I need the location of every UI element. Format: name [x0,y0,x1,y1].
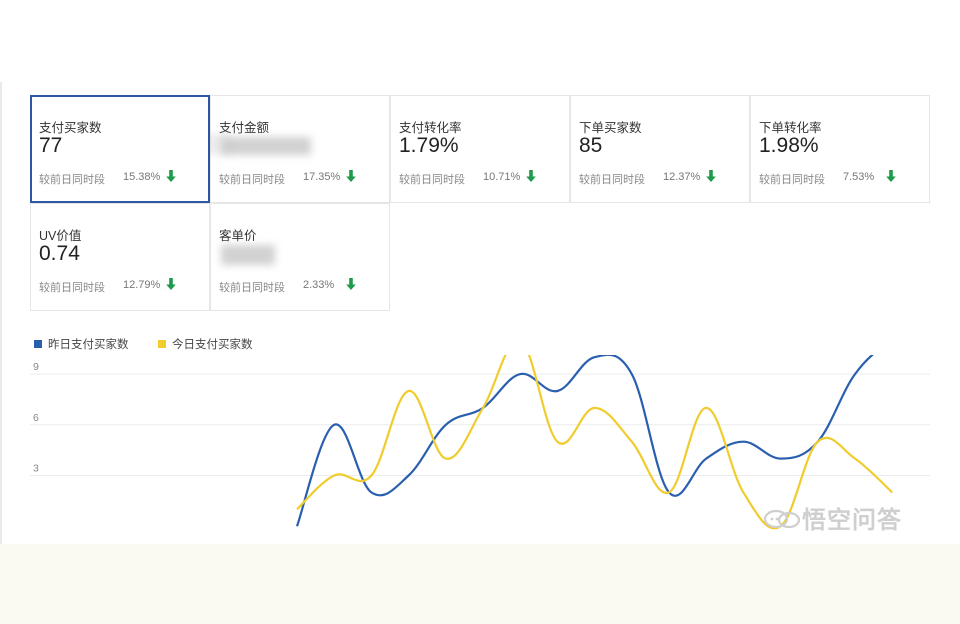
metric-card-uv-value[interactable]: UV价值 0.74 较前日同时段 12.79% [30,203,210,311]
metric-card-order-buyers[interactable]: 下单买家数 85 较前日同时段 12.37% [570,95,750,203]
legend-swatch-yesterday [34,340,42,348]
top-blank-area [0,0,960,82]
metric-compare-label: 较前日同时段 [219,282,285,294]
y-tick-label: 6 [33,412,39,424]
metric-change: 15.38% [123,171,161,183]
metric-card-payment-amount[interactable]: 支付金额 较前日同时段 17.35% [201,95,390,203]
metric-compare-label: 较前日同时段 [759,174,825,186]
chat-bubbles-icon [763,509,801,529]
metric-compare-label: 较前日同时段 [219,174,285,186]
legend-item-yesterday[interactable]: 昨日支付买家数 [34,336,129,352]
metric-change: 17.35% [303,171,341,183]
legend-swatch-today [158,340,166,348]
metric-value: 0.74 [39,242,80,265]
down-arrow-icon [346,278,356,290]
metric-change: 7.53% [843,171,875,183]
metric-card-paying-buyers[interactable]: 支付买家数 77 较前日同时段 15.38% [30,95,210,203]
analytics-screen: 支付买家数 77 较前日同时段 15.38% 支付金额 较前日同时段 17.35… [0,0,960,544]
metric-cards: 支付买家数 77 较前日同时段 15.38% 支付金额 较前日同时段 17.35… [30,95,930,311]
y-tick-label: 9 [33,361,39,373]
metric-card-avg-order-value[interactable]: 客单价 较前日同时段 2.33% [210,203,390,311]
metric-change: 12.79% [123,279,161,291]
watermark: 悟空问答 [762,500,902,534]
down-arrow-icon [886,170,896,182]
metric-compare-label: 较前日同时段 [39,174,105,186]
value-redaction-blur [221,245,275,265]
metric-value: 85 [579,134,603,157]
metric-value: 77 [39,134,63,157]
y-tick-label: 3 [33,463,39,475]
down-arrow-icon [526,170,536,182]
down-arrow-icon [166,170,176,182]
legend-label: 今日支付买家数 [172,339,253,351]
legend-item-today[interactable]: 今日支付买家数 [158,336,253,352]
down-arrow-icon [166,278,176,290]
metric-compare-label: 较前日同时段 [39,282,105,294]
metric-value: 1.98% [759,134,819,157]
metric-change: 12.37% [663,171,701,183]
metric-value: 1.79% [399,134,459,157]
metric-change: 2.33% [303,279,335,291]
legend-label: 昨日支付买家数 [48,339,129,351]
value-redaction-blur [221,137,311,155]
down-arrow-icon [706,170,716,182]
watermark-text: 悟空问答 [802,507,902,534]
metric-card-order-conversion[interactable]: 下单转化率 1.98% 较前日同时段 7.53% [750,95,930,203]
metric-compare-label: 较前日同时段 [399,174,465,186]
metric-compare-label: 较前日同时段 [579,174,645,186]
metric-change: 10.71% [483,171,521,183]
down-arrow-icon [346,170,356,182]
metric-card-payment-conversion[interactable]: 支付转化率 1.79% 较前日同时段 10.71% [390,95,570,203]
metric-label: 客单价 [219,229,257,243]
